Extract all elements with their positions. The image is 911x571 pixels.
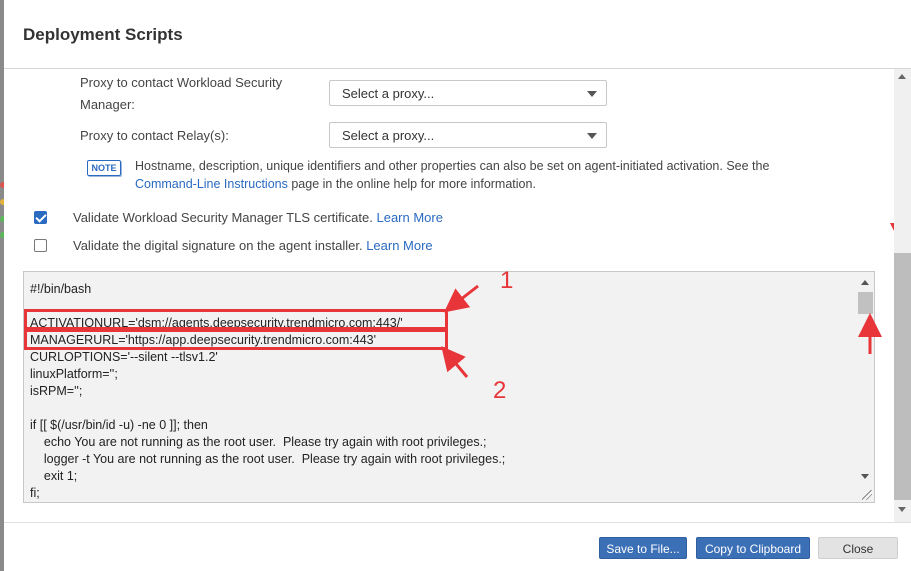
script-line: CURLOPTIONS='--silent --tlsv1.2'	[30, 350, 218, 364]
script-line: linuxPlatform='';	[30, 367, 118, 381]
copy-to-clipboard-button[interactable]: Copy to Clipboard	[696, 537, 810, 559]
validate-signature-learn-more-link[interactable]: Learn More	[366, 238, 432, 253]
validate-tls-label: Validate Workload Security Manager TLS c…	[73, 210, 443, 225]
close-button[interactable]: Close	[818, 537, 898, 559]
deployment-scripts-dialog: Deployment Scripts Proxy to contact Work…	[4, 0, 911, 571]
scroll-up-icon[interactable]	[861, 280, 869, 285]
annotation-number-2: 2	[493, 377, 507, 404]
validate-tls-learn-more-link[interactable]: Learn More	[376, 210, 442, 225]
script-textarea[interactable]: #!/bin/bash ACTIVATIONURL='dsm://agents.…	[23, 271, 875, 503]
proxy-relay-label: Proxy to contact Relay(s):	[80, 128, 229, 143]
chevron-down-icon	[587, 133, 597, 139]
chevron-down-icon	[587, 91, 597, 97]
script-scrollbar[interactable]	[857, 272, 874, 502]
validate-signature-checkbox[interactable]	[34, 239, 47, 252]
script-line: logger -t You are not running as the roo…	[30, 452, 506, 466]
validate-signature-text: Validate the digital signature on the ag…	[73, 238, 367, 253]
command-line-instructions-link[interactable]: Command-Line Instructions	[135, 177, 288, 191]
script-line: isRPM='';	[30, 384, 83, 398]
note-text: Hostname, description, unique identifier…	[135, 157, 835, 193]
proxy-relay-select-value: Select a proxy...	[342, 128, 435, 143]
activation-url-highlight	[24, 309, 448, 330]
script-line: exit 1;	[30, 469, 78, 483]
proxy-manager-label: Proxy to contact Workload Security Manag…	[80, 72, 282, 116]
proxy-manager-label-line1: Proxy to contact Workload Security	[80, 75, 283, 90]
dialog-content: Proxy to contact Workload Security Manag…	[4, 69, 911, 522]
note-text-part2: page in the online help for more informa…	[287, 177, 536, 191]
proxy-manager-select[interactable]: Select a proxy...	[329, 80, 607, 106]
proxy-manager-select-value: Select a proxy...	[342, 86, 435, 101]
resize-handle-icon[interactable]	[862, 490, 872, 500]
scroll-down-icon[interactable]	[861, 474, 869, 479]
save-to-file-button[interactable]: Save to File...	[599, 537, 687, 559]
annotation-number-1: 1	[500, 267, 514, 294]
script-line: if [[ $(/usr/bin/id -u) -ne 0 ]]; then	[30, 418, 208, 432]
dialog-footer: Save to File... Copy to Clipboard Close	[4, 522, 911, 571]
script-line: #!/bin/bash	[30, 282, 92, 296]
dialog-scrollbar-thumb[interactable]	[894, 253, 911, 500]
script-line: fi;	[30, 486, 40, 500]
proxy-manager-label-line2: Manager:	[80, 97, 135, 112]
script-scrollbar-thumb[interactable]	[858, 292, 873, 314]
dialog-scrollbar[interactable]	[894, 69, 911, 522]
manager-url-highlight	[24, 329, 448, 350]
dialog-header: Deployment Scripts	[4, 0, 911, 69]
scroll-up-icon[interactable]	[898, 74, 906, 79]
validate-signature-label: Validate the digital signature on the ag…	[73, 238, 433, 253]
validate-tls-text: Validate Workload Security Manager TLS c…	[73, 210, 377, 225]
scroll-down-icon[interactable]	[898, 507, 906, 512]
note-text-part1: Hostname, description, unique identifier…	[135, 159, 770, 173]
dialog-title: Deployment Scripts	[23, 25, 183, 44]
note-badge: NOTE	[87, 160, 121, 176]
validate-tls-checkbox[interactable]	[34, 211, 47, 224]
script-line: echo You are not running as the root use…	[30, 435, 487, 449]
proxy-relay-select[interactable]: Select a proxy...	[329, 122, 607, 148]
